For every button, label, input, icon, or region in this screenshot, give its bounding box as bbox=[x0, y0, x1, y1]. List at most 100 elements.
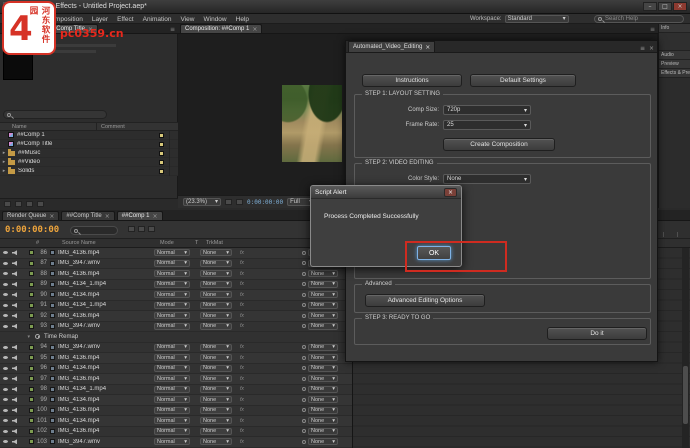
help-search-input[interactable]: Search Help bbox=[594, 15, 684, 23]
audio-speaker-icon[interactable] bbox=[12, 260, 17, 266]
column-comment[interactable]: Comment bbox=[97, 124, 125, 130]
panel-tab-effects-presets[interactable]: Effects & Presets bbox=[659, 69, 690, 78]
track-matte-dropdown[interactable]: None ▾ bbox=[200, 301, 232, 309]
track-matte-dropdown[interactable]: None ▾ bbox=[200, 375, 232, 383]
track-matte-dropdown[interactable]: None ▾ bbox=[200, 270, 232, 278]
layer-source-name[interactable]: IMG_4136.mp4 bbox=[58, 376, 154, 382]
layer-row[interactable]: 86 IMG_4136.mp4 Normal ▾ None ▾ fx None ▾ bbox=[0, 248, 352, 259]
label-color-swatch[interactable] bbox=[159, 168, 164, 174]
layer-source-name[interactable]: IMG_4136.mp4 bbox=[58, 428, 154, 434]
comp-size-dropdown[interactable]: 720p ▾ bbox=[443, 105, 531, 115]
fx-badge[interactable]: fx bbox=[232, 292, 302, 298]
parent-pickwhip-icon[interactable] bbox=[302, 376, 306, 381]
layer-row[interactable]: 94 IMG_3947.wmv Normal ▾ None ▾ fx None ▾ bbox=[0, 342, 352, 353]
layer-source-name[interactable]: IMG_4134_1.mp4 bbox=[58, 302, 154, 308]
item-name[interactable]: ##Comp 1 bbox=[17, 132, 159, 138]
visibility-eye-icon[interactable] bbox=[3, 440, 8, 444]
track-matte-dropdown[interactable]: None ▾ bbox=[200, 438, 232, 446]
current-time-display[interactable]: 0:00:00:00 bbox=[5, 225, 59, 235]
visibility-eye-icon[interactable] bbox=[3, 314, 8, 318]
layer-source-name[interactable]: IMG_4134.mp4 bbox=[58, 397, 154, 403]
tree-arrow-icon[interactable]: ▸ bbox=[0, 150, 8, 156]
fx-badge[interactable]: fx bbox=[232, 397, 302, 403]
alert-close-button[interactable]: × bbox=[444, 187, 457, 197]
parent-dropdown[interactable]: None ▾ bbox=[308, 427, 338, 435]
timeline-scrollbar-thumb[interactable] bbox=[683, 366, 688, 424]
layer-row[interactable]: 88 IMG_4136.mp4 Normal ▾ None ▾ fx None ▾ bbox=[0, 269, 352, 280]
audio-speaker-icon[interactable] bbox=[12, 271, 17, 277]
label-color-swatch[interactable] bbox=[159, 150, 164, 156]
layer-source-name[interactable]: IMG_4136.mp4 bbox=[58, 271, 154, 277]
audio-speaker-icon[interactable] bbox=[12, 323, 17, 329]
layer-source-name[interactable]: IMG_4134_1.mp4 bbox=[58, 386, 154, 392]
parent-pickwhip-icon[interactable] bbox=[302, 387, 306, 392]
color-style-dropdown[interactable]: None ▾ bbox=[443, 174, 531, 184]
panel-menu-icon[interactable]: ≡ bbox=[650, 26, 655, 33]
track-matte-dropdown[interactable]: None ▾ bbox=[200, 364, 232, 372]
timeline-tab--comp-1[interactable]: ##Comp 1 × bbox=[116, 211, 163, 220]
fx-badge[interactable]: fx bbox=[232, 428, 302, 434]
column-mode[interactable]: Mode bbox=[160, 240, 174, 246]
blend-mode-dropdown[interactable]: Normal ▾ bbox=[154, 259, 190, 267]
menu-window[interactable]: Window bbox=[204, 16, 227, 23]
parent-pickwhip-icon[interactable] bbox=[302, 261, 306, 266]
project-item[interactable]: ##Comp 1 bbox=[0, 130, 178, 140]
track-matte-dropdown[interactable]: None ▾ bbox=[200, 406, 232, 414]
visibility-eye-icon[interactable] bbox=[3, 324, 8, 328]
track-matte-dropdown[interactable]: None ▾ bbox=[200, 427, 232, 435]
column-name[interactable]: Name bbox=[0, 124, 96, 130]
parent-pickwhip-icon[interactable] bbox=[302, 397, 306, 402]
interpret-footage-icon[interactable] bbox=[4, 200, 11, 207]
layer-source-name[interactable]: IMG_4136.mp4 bbox=[58, 250, 154, 256]
fx-badge[interactable]: fx bbox=[232, 386, 302, 392]
visibility-eye-icon[interactable] bbox=[3, 387, 8, 391]
layer-row[interactable]: 102 IMG_4136.mp4 Normal ▾ None ▾ fx None ▾ bbox=[0, 426, 352, 437]
expand-arrow-icon[interactable]: ▾ bbox=[0, 334, 30, 340]
blend-mode-dropdown[interactable]: Normal ▾ bbox=[154, 438, 190, 446]
audio-speaker-icon[interactable] bbox=[12, 313, 17, 319]
composition-timecode[interactable]: 0:00:00:00 bbox=[247, 199, 283, 206]
track-matte-dropdown[interactable]: None ▾ bbox=[200, 343, 232, 351]
visibility-eye-icon[interactable] bbox=[3, 398, 8, 402]
blend-mode-dropdown[interactable]: Normal ▾ bbox=[154, 249, 190, 257]
visibility-eye-icon[interactable] bbox=[3, 366, 8, 370]
layer-row[interactable]: 101 IMG_4134.mp4 Normal ▾ None ▾ fx None ▾ bbox=[0, 416, 352, 427]
fx-badge[interactable]: fx bbox=[232, 323, 302, 329]
blend-mode-dropdown[interactable]: Normal ▾ bbox=[154, 364, 190, 372]
item-name[interactable]: Solids bbox=[18, 168, 159, 174]
blend-mode-dropdown[interactable]: Normal ▾ bbox=[154, 312, 190, 320]
property-row[interactable]: ▾ Time Remap bbox=[0, 332, 352, 343]
maximize-button[interactable]: □ bbox=[658, 2, 672, 11]
blend-mode-dropdown[interactable]: Normal ▾ bbox=[154, 280, 190, 288]
audio-speaker-icon[interactable] bbox=[12, 292, 17, 298]
column-trkmat[interactable]: TrkMat bbox=[206, 240, 223, 246]
blend-mode-dropdown[interactable]: Normal ▾ bbox=[154, 322, 190, 330]
layer-source-name[interactable]: IMG_3947.wmv bbox=[58, 439, 154, 445]
timeline-tab--comp-title[interactable]: ##Comp Title × bbox=[61, 211, 115, 220]
layer-row[interactable]: 87 IMG_3947.wmv Normal ▾ None ▾ fx None ▾ bbox=[0, 258, 352, 269]
column-source-name[interactable]: Source Name bbox=[62, 240, 96, 246]
fx-badge[interactable]: fx bbox=[232, 302, 302, 308]
stopwatch-icon[interactable] bbox=[35, 334, 40, 340]
frame-rate-dropdown[interactable]: 25 ▾ bbox=[443, 120, 531, 130]
panel-tab-info[interactable]: Info bbox=[659, 24, 690, 33]
advanced-editing-options-button[interactable]: Advanced Editing Options bbox=[365, 294, 485, 307]
menu-view[interactable]: View bbox=[181, 16, 195, 23]
default-settings-button[interactable]: Default Settings bbox=[470, 74, 576, 87]
track-matte-dropdown[interactable]: None ▾ bbox=[200, 354, 232, 362]
visibility-eye-icon[interactable] bbox=[3, 429, 8, 433]
blend-mode-dropdown[interactable]: Normal ▾ bbox=[154, 270, 190, 278]
parent-dropdown[interactable]: None ▾ bbox=[308, 438, 338, 446]
workspace-dropdown[interactable]: Standard ▾ bbox=[504, 15, 569, 23]
project-item[interactable]: ▸ ##Video bbox=[0, 157, 178, 167]
parent-dropdown[interactable]: None ▾ bbox=[308, 396, 338, 404]
fx-badge[interactable]: fx bbox=[232, 281, 302, 287]
menu-help[interactable]: Help bbox=[236, 16, 249, 23]
visibility-eye-icon[interactable] bbox=[3, 303, 8, 307]
track-matte-dropdown[interactable]: None ▾ bbox=[200, 417, 232, 425]
item-name[interactable]: ##Comp Title bbox=[17, 141, 159, 147]
layer-source-name[interactable]: IMG_3947.wmv bbox=[58, 323, 154, 329]
blend-mode-dropdown[interactable]: Normal ▾ bbox=[154, 291, 190, 299]
project-search-input[interactable] bbox=[3, 110, 107, 119]
fx-badge[interactable]: fx bbox=[232, 365, 302, 371]
